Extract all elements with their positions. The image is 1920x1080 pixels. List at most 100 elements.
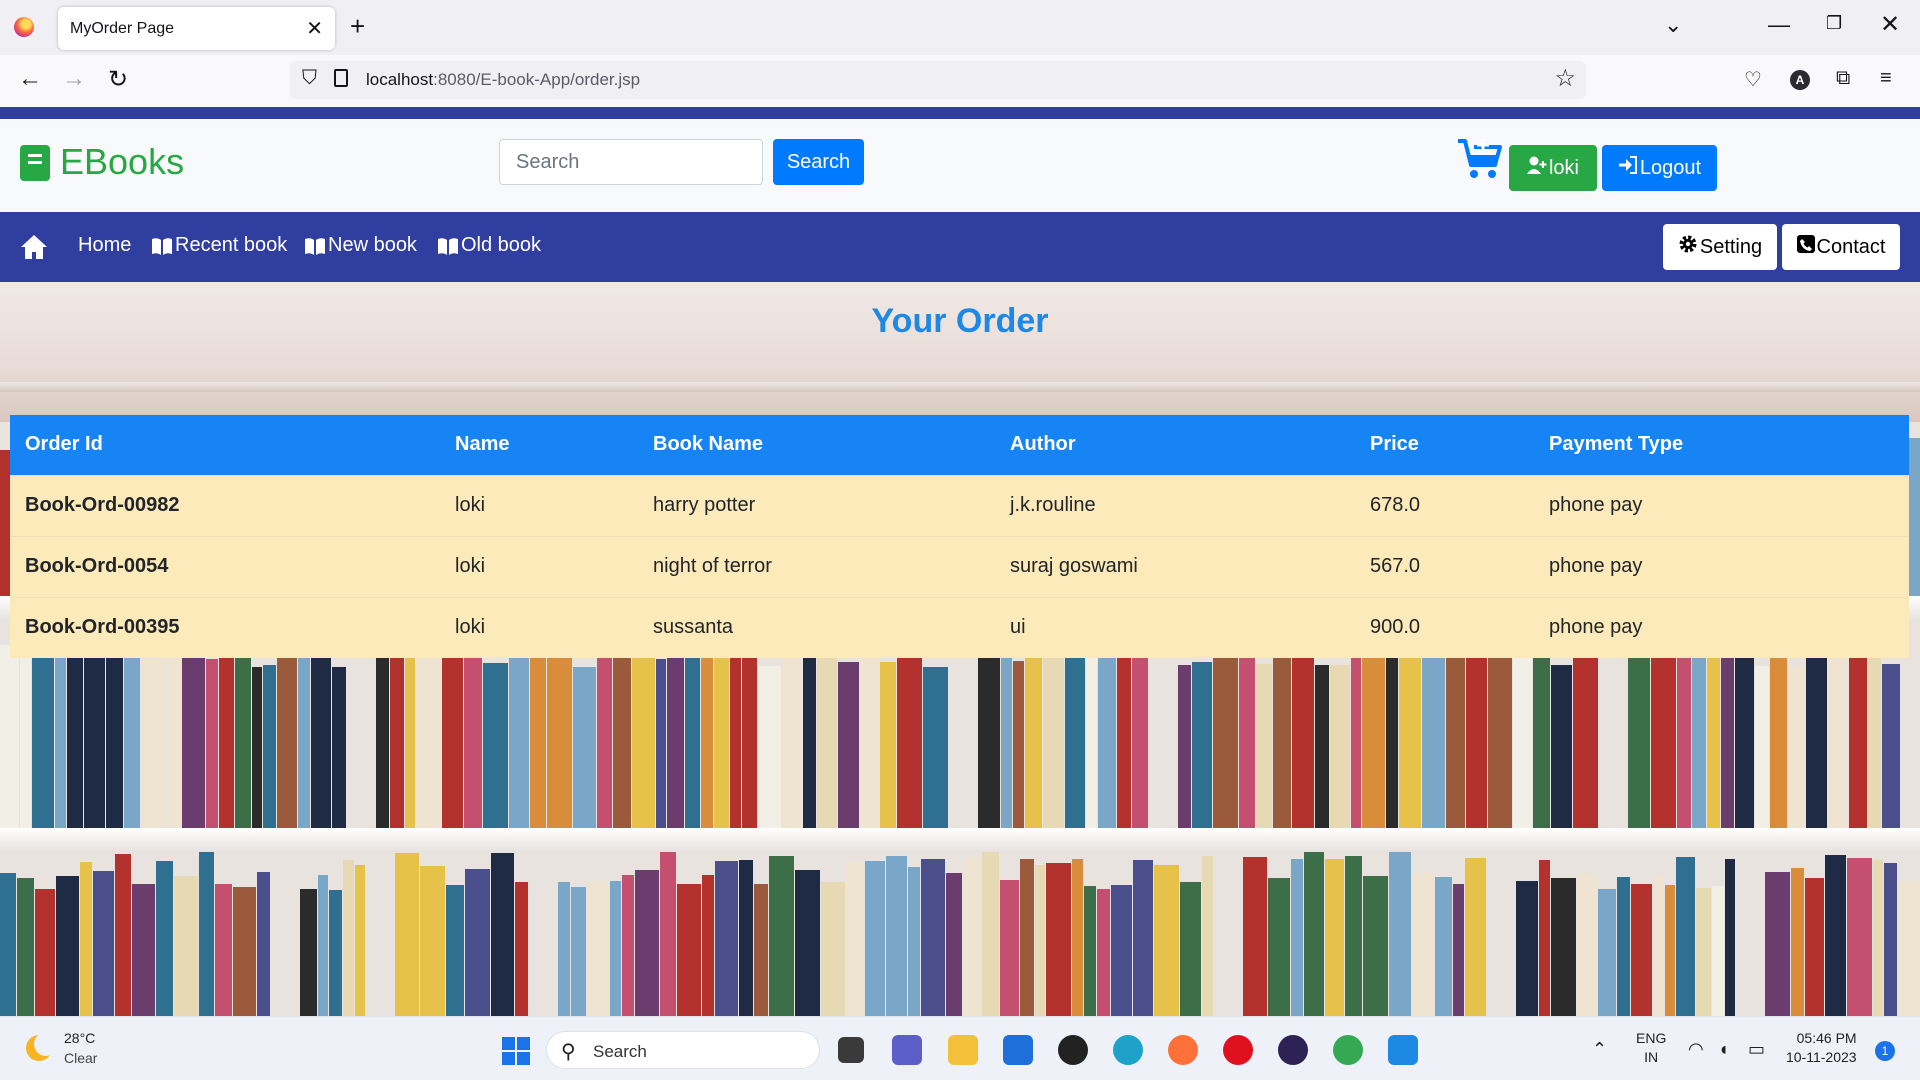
background-book [167, 643, 181, 828]
cart-plus-icon[interactable] [1456, 137, 1502, 186]
background-book [1086, 640, 1097, 828]
opera-icon[interactable] [1223, 1035, 1253, 1065]
wifi-icon[interactable]: ◠ [1688, 1039, 1704, 1060]
volume-icon[interactable]: ◖ [1718, 1039, 1729, 1060]
background-book [1273, 644, 1291, 828]
dell-icon[interactable] [1058, 1035, 1088, 1065]
search-input[interactable] [499, 139, 763, 185]
column-header: Payment Type [1549, 433, 1684, 456]
teams-icon[interactable] [892, 1035, 922, 1065]
reload-icon[interactable]: ↻ [108, 65, 128, 94]
clock[interactable]: 05:46 PM 10-11-2023 [1786, 1029, 1857, 1067]
language-indicator[interactable]: ENG IN [1636, 1029, 1666, 1067]
weather-condition[interactable]: Clear [64, 1050, 97, 1066]
weather-temperature[interactable]: 28°C [64, 1030, 95, 1046]
show-hidden-icons-chevron-icon[interactable]: ⌃ [1592, 1039, 1607, 1060]
author-cell: ui [995, 596, 1355, 658]
pocket-icon[interactable]: ♡ [1744, 67, 1762, 92]
background-book [174, 876, 198, 1016]
taskbar-search[interactable]: ⚲ Search [546, 1031, 820, 1069]
background-book [1617, 877, 1630, 1016]
background-book [1325, 859, 1344, 1016]
close-tab-icon[interactable]: ✕ [306, 16, 323, 41]
background-book [1422, 648, 1445, 828]
tab-list-chevron-icon[interactable]: ⌄ [1664, 12, 1682, 38]
table-row: Book-Ord-0054 loki night of terror suraj… [10, 535, 1909, 597]
background-book [685, 638, 700, 828]
setting-button[interactable]: Setting [1663, 224, 1777, 270]
tab-title: MyOrder Page [70, 20, 175, 37]
background-book [1825, 855, 1846, 1016]
nav-recent-book-link[interactable]: Recent book [151, 234, 287, 257]
background-book [1043, 634, 1064, 828]
nav-new-book-label: New book [328, 234, 417, 256]
setting-label: Setting [1699, 235, 1763, 258]
firefox-taskbar-icon[interactable] [1168, 1035, 1198, 1065]
background-book [1755, 666, 1769, 828]
site-logo-text[interactable]: EBooks [60, 141, 184, 183]
battery-icon[interactable]: ▭ [1748, 1039, 1765, 1060]
logout-button[interactable]: Logout [1602, 145, 1717, 191]
background-book [1345, 856, 1362, 1016]
payment-type-cell: phone pay [1534, 596, 1909, 658]
nav-home-link[interactable]: Home [78, 234, 131, 257]
background-book [880, 662, 896, 828]
new-tab-icon[interactable]: + [350, 11, 365, 42]
window-close-icon[interactable]: ✕ [1880, 10, 1900, 39]
home-icon[interactable] [20, 234, 48, 265]
column-header: Book Name [653, 433, 764, 456]
account-icon[interactable]: A [1790, 70, 1810, 90]
background-book [1676, 857, 1695, 1016]
taskbar-search-label: Search [593, 1042, 647, 1061]
photos-icon[interactable] [1388, 1035, 1418, 1065]
address-bar[interactable]: ⛉ localhost:8080/E-book-App/order.jsp ☆ [290, 61, 1586, 99]
background-book [632, 657, 655, 828]
chrome-icon[interactable] [1333, 1035, 1363, 1065]
background-book [1362, 650, 1385, 828]
windows-start-icon[interactable] [502, 1037, 530, 1065]
background-book [1412, 873, 1434, 1016]
background-book [677, 884, 701, 1016]
browser-tab[interactable]: MyOrder Page ✕ [58, 7, 335, 50]
extensions-icon[interactable]: ⧉ [1836, 67, 1850, 90]
background-book [1025, 649, 1042, 828]
store-icon[interactable] [1003, 1035, 1033, 1065]
nav-new-book-link[interactable]: New book [304, 234, 417, 257]
file-explorer-icon[interactable] [948, 1035, 978, 1065]
author-cell: suraj goswami [995, 535, 1355, 597]
background-book [1180, 882, 1201, 1016]
eclipse-icon[interactable] [1278, 1035, 1308, 1065]
background-book [32, 655, 54, 828]
price-cell: 567.0 [1355, 535, 1534, 597]
task-view-icon[interactable] [838, 1037, 864, 1063]
background-book [701, 634, 713, 828]
url-text[interactable]: localhost:8080/E-book-App/order.jsp [366, 70, 640, 90]
search-button[interactable]: Search [773, 139, 864, 185]
background-book [571, 887, 586, 1016]
restore-icon[interactable]: ❐ [1826, 13, 1842, 34]
background-book [610, 881, 621, 1016]
bookmark-star-icon[interactable]: ☆ [1554, 64, 1576, 93]
browser-toolbar: ← → ↻ ⛉ localhost:8080/E-book-App/order.… [0, 55, 1920, 107]
edge-icon[interactable] [1113, 1035, 1143, 1065]
notification-badge[interactable]: 1 [1875, 1041, 1895, 1061]
region-code: IN [1644, 1049, 1659, 1065]
background-shelf-top [0, 382, 1920, 392]
firefox-icon [14, 17, 34, 37]
nav-old-book-link[interactable]: Old book [437, 234, 541, 257]
background-book [795, 870, 820, 1016]
back-icon[interactable]: ← [18, 65, 42, 93]
shield-icon[interactable]: ⛉ [302, 67, 317, 90]
forward-icon[interactable]: → [62, 65, 86, 93]
user-button[interactable]: loki [1509, 145, 1597, 191]
background-book [846, 862, 864, 1016]
moon-weather-icon[interactable] [26, 1032, 58, 1061]
order-id-cell: Book-Ord-0054 [10, 535, 440, 597]
minimize-icon[interactable]: — [1768, 12, 1790, 38]
background-book [667, 645, 684, 828]
background-book [1898, 881, 1920, 1016]
menu-icon[interactable]: ≡ [1880, 67, 1892, 90]
background-book [1873, 860, 1883, 1016]
contact-button[interactable]: Contact [1782, 224, 1900, 270]
background-book [298, 628, 310, 828]
